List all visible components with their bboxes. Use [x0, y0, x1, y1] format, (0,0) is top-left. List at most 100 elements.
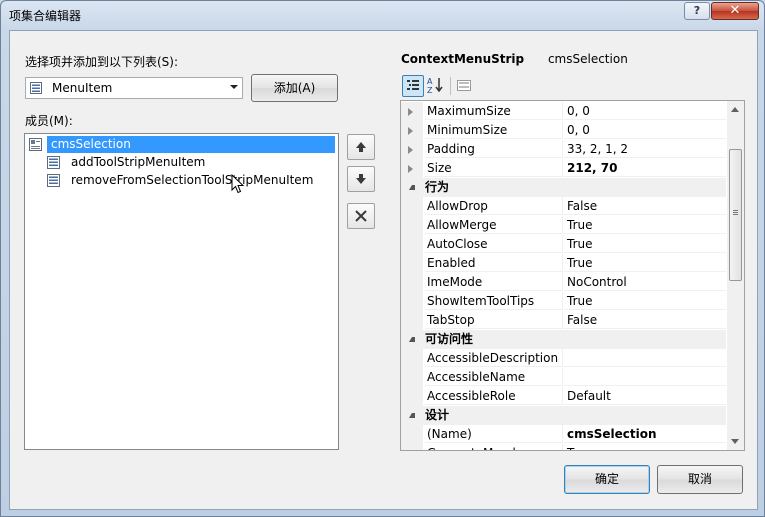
- cancel-button[interactable]: 取消: [657, 465, 743, 494]
- category-name: 可访问性: [425, 332, 474, 346]
- property-name: Size: [425, 159, 563, 177]
- expand-triangle-icon[interactable]: [408, 146, 413, 154]
- scroll-down-icon[interactable]: [731, 439, 739, 444]
- category-name: 设计: [425, 408, 450, 422]
- row-margin: [401, 140, 423, 159]
- ok-button[interactable]: 确定: [564, 465, 650, 494]
- property-row[interactable]: AccessibleDescription: [401, 349, 726, 368]
- member-label: removeFromSelectionToolStripMenuItem: [71, 173, 314, 187]
- combo-value: MenuItem: [52, 81, 113, 95]
- property-value[interactable]: True: [564, 216, 726, 234]
- row-margin: [401, 292, 423, 311]
- property-pages-button[interactable]: [454, 75, 476, 97]
- collapse-triangle-icon[interactable]: [409, 185, 415, 190]
- remove-button[interactable]: [347, 203, 375, 229]
- expand-triangle-icon[interactable]: [408, 108, 413, 116]
- row-margin: [401, 216, 423, 235]
- mouse-cursor-icon: [231, 174, 245, 194]
- property-grid[interactable]: MaximumSize 0, 0 MinimumSize 0, 0 Padding 33,…: [400, 100, 745, 451]
- row-margin: [401, 102, 423, 121]
- property-name: AccessibleRole: [425, 387, 563, 405]
- property-value[interactable]: Default: [564, 387, 726, 405]
- expand-triangle-icon[interactable]: [408, 127, 413, 135]
- move-down-button[interactable]: [347, 166, 375, 192]
- toolbar-separator: [450, 77, 451, 95]
- row-margin: [401, 444, 423, 450]
- window-title: 项集合编辑器: [9, 9, 82, 23]
- property-value[interactable]: False: [564, 311, 726, 329]
- arrow-down-icon: [356, 174, 366, 184]
- property-value[interactable]: cmsSelection: [564, 425, 726, 443]
- property-value[interactable]: 0, 0: [564, 102, 726, 120]
- expand-triangle-icon[interactable]: [408, 165, 413, 173]
- property-row[interactable]: MinimumSize 0, 0: [401, 121, 726, 140]
- help-button[interactable]: ?: [684, 2, 710, 20]
- alphabetical-button[interactable]: A Z: [425, 75, 447, 97]
- property-grid-header: ContextMenuStrip cmsSelection: [401, 52, 628, 66]
- property-value[interactable]: 33, 2, 1, 2: [564, 140, 726, 158]
- property-row[interactable]: AutoClose True: [401, 235, 726, 254]
- collapse-triangle-icon[interactable]: [409, 413, 415, 418]
- property-name: ShowItemToolTips: [425, 292, 563, 310]
- property-value[interactable]: True: [564, 292, 726, 310]
- property-row[interactable]: AllowMerge True: [401, 216, 726, 235]
- title-bar[interactable]: 项集合编辑器 ? ✕: [1, 1, 764, 29]
- property-category[interactable]: 可访问性: [401, 330, 726, 349]
- property-value[interactable]: 0, 0: [564, 121, 726, 139]
- members-label: 成员(M):: [25, 114, 73, 128]
- collection-editor-window: 项集合编辑器 ? ✕ 选择项并添加到以下列表(S): MenuItem 添加(A…: [0, 0, 765, 517]
- grip-icon: [733, 210, 738, 211]
- property-value[interactable]: True: [564, 254, 726, 272]
- add-button[interactable]: 添加(A): [251, 74, 338, 102]
- scroll-up-icon[interactable]: [731, 107, 739, 112]
- property-value[interactable]: [564, 368, 726, 386]
- property-row[interactable]: Enabled True: [401, 254, 726, 273]
- property-row[interactable]: Padding 33, 2, 1, 2: [401, 140, 726, 159]
- property-value[interactable]: 212, 70: [564, 159, 726, 177]
- property-value[interactable]: [564, 349, 726, 367]
- item-type-combobox[interactable]: MenuItem: [25, 77, 243, 99]
- property-value[interactable]: False: [564, 197, 726, 215]
- member-label: addToolStripMenuItem: [71, 155, 206, 169]
- property-name: Enabled: [425, 254, 563, 272]
- property-row[interactable]: ImeMode NoControl: [401, 273, 726, 292]
- row-margin: [401, 425, 423, 444]
- add-button-label: 添加(A): [273, 81, 316, 95]
- row-margin: [401, 197, 423, 216]
- context-menu-icon: [29, 138, 42, 151]
- property-row[interactable]: TabStop False: [401, 311, 726, 330]
- property-row[interactable]: MaximumSize 0, 0: [401, 102, 726, 121]
- property-name: AllowDrop: [425, 197, 563, 215]
- property-row[interactable]: ShowItemToolTips True: [401, 292, 726, 311]
- property-row[interactable]: AccessibleName: [401, 368, 726, 387]
- property-category[interactable]: 行为: [401, 178, 726, 197]
- menu-item-icon: [30, 82, 42, 94]
- property-value[interactable]: True: [564, 444, 726, 450]
- property-grid-rows: MaximumSize 0, 0 MinimumSize 0, 0 Padding 33,…: [401, 101, 726, 450]
- delete-x-icon: [355, 210, 367, 222]
- row-margin: [401, 368, 423, 387]
- scrollbar-thumb[interactable]: [729, 149, 742, 281]
- property-row[interactable]: AllowDrop False: [401, 197, 726, 216]
- property-row[interactable]: (Name) cmsSelection: [401, 425, 726, 444]
- property-name: GenerateMember: [425, 444, 563, 450]
- collapse-triangle-icon[interactable]: [409, 337, 415, 342]
- property-value[interactable]: True: [564, 235, 726, 253]
- property-name: (Name): [425, 425, 563, 443]
- property-category[interactable]: 设计: [401, 406, 726, 425]
- categorized-button[interactable]: [402, 75, 424, 97]
- members-list[interactable]: cmsSelection addToolStripMenuItem remove…: [24, 133, 339, 450]
- move-up-button[interactable]: [347, 134, 375, 160]
- property-value[interactable]: NoControl: [564, 273, 726, 291]
- property-row[interactable]: Size 212, 70: [401, 159, 726, 178]
- svg-text:Z: Z: [427, 86, 433, 95]
- ok-button-label: 确定: [594, 472, 619, 486]
- close-button[interactable]: ✕: [711, 2, 759, 20]
- property-row[interactable]: AccessibleRole Default: [401, 387, 726, 406]
- property-name: AccessibleDescription: [425, 349, 563, 367]
- property-name: AccessibleName: [425, 368, 563, 386]
- chevron-down-icon[interactable]: [230, 85, 238, 89]
- property-row[interactable]: GenerateMemberTrue: [401, 444, 726, 450]
- select-item-label: 选择项并添加到以下列表(S):: [25, 55, 179, 69]
- property-grid-scrollbar[interactable]: [727, 101, 744, 450]
